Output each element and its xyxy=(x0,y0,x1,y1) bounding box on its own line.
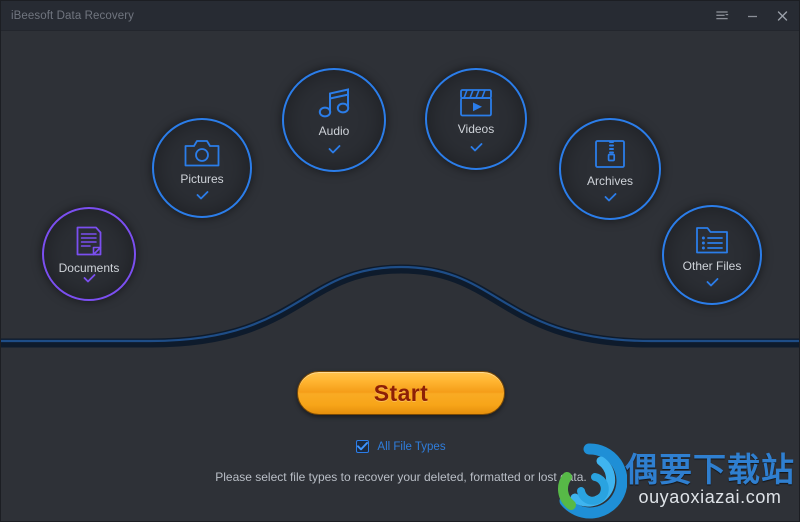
all-file-types-row[interactable]: All File Types xyxy=(1,440,799,453)
all-file-types-checkbox[interactable] xyxy=(356,440,370,453)
category-documents[interactable]: Documents xyxy=(42,207,136,301)
list-menu-icon xyxy=(715,10,729,22)
window-title: iBeesoft Data Recovery xyxy=(11,9,135,22)
category-label: Audio xyxy=(318,124,350,138)
all-file-types-label: All File Types xyxy=(377,440,446,453)
title-bar: iBeesoft Data Recovery xyxy=(1,1,799,31)
close-button[interactable] xyxy=(767,3,797,29)
category-label: Videos xyxy=(457,122,495,136)
camera-icon xyxy=(184,138,220,168)
checkmark-icon xyxy=(154,190,250,202)
hint-text: Please select file types to recover your… xyxy=(215,470,587,484)
zip-archive-icon xyxy=(594,138,626,170)
checkmark-icon xyxy=(561,192,659,204)
checkmark-icon xyxy=(427,142,525,154)
clapperboard-icon xyxy=(459,88,493,118)
checkmark-icon xyxy=(44,273,134,285)
category-other-files[interactable]: Other Files xyxy=(662,205,762,305)
category-videos[interactable]: Videos xyxy=(425,68,527,170)
checkmark-icon xyxy=(357,442,369,451)
close-icon xyxy=(776,10,789,22)
menu-button[interactable] xyxy=(707,3,737,29)
minimize-icon xyxy=(746,10,759,22)
checkmark-icon xyxy=(664,277,760,289)
minimize-button[interactable] xyxy=(737,3,767,29)
category-audio[interactable]: Audio xyxy=(282,68,386,172)
window-controls xyxy=(707,1,797,31)
category-label: Pictures xyxy=(180,172,224,186)
music-note-icon xyxy=(317,88,351,120)
start-button[interactable]: Start xyxy=(297,371,505,415)
folder-list-icon xyxy=(695,225,729,255)
checkmark-icon xyxy=(284,144,384,156)
document-icon xyxy=(74,225,104,257)
category-archives[interactable]: Archives xyxy=(559,118,661,220)
category-pictures[interactable]: Pictures xyxy=(152,118,252,218)
app-window: iBeesoft Data Recovery Documents Picture… xyxy=(0,0,800,522)
category-label: Archives xyxy=(586,174,633,188)
category-label: Other Files xyxy=(682,259,742,273)
start-button-label: Start xyxy=(373,379,429,406)
watermark-en: ouyaoxiazai.com xyxy=(638,487,782,508)
